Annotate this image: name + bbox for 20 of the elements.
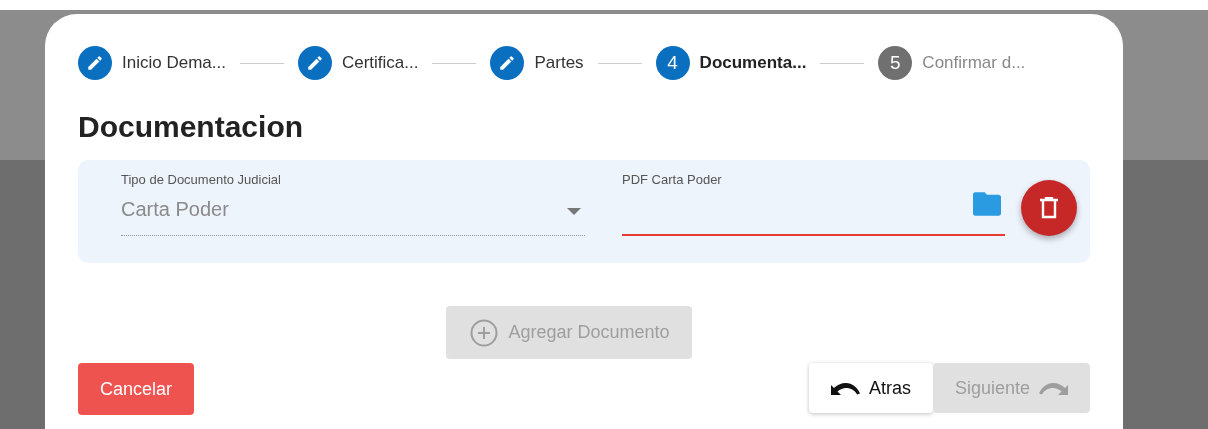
undo-icon [830,380,861,396]
pencil-icon [498,54,517,72]
pdf-file-field[interactable]: PDF Carta Poder [622,170,1005,236]
pencil-icon [305,54,324,72]
step-label[interactable]: Certifica... [341,53,419,73]
delete-button[interactable] [1021,180,1077,236]
step-number: 4 [655,46,690,80]
step-label[interactable]: Confirmar d... [922,53,1026,73]
folder-icon[interactable] [973,192,1001,216]
step-label[interactable]: Partes [534,53,584,73]
back-button[interactable]: Atras [808,363,933,413]
step-number: 5 [878,46,913,80]
redo-icon [1038,380,1068,396]
section-title: Documentacion [78,110,305,144]
pencil-icon [86,54,104,72]
trash-icon [1040,197,1058,219]
add-circle-icon [470,318,499,347]
dropdown-caret-icon [567,208,581,215]
step-label[interactable]: Inicio Dema... [122,53,226,73]
step-label[interactable]: Documenta... [699,53,807,73]
